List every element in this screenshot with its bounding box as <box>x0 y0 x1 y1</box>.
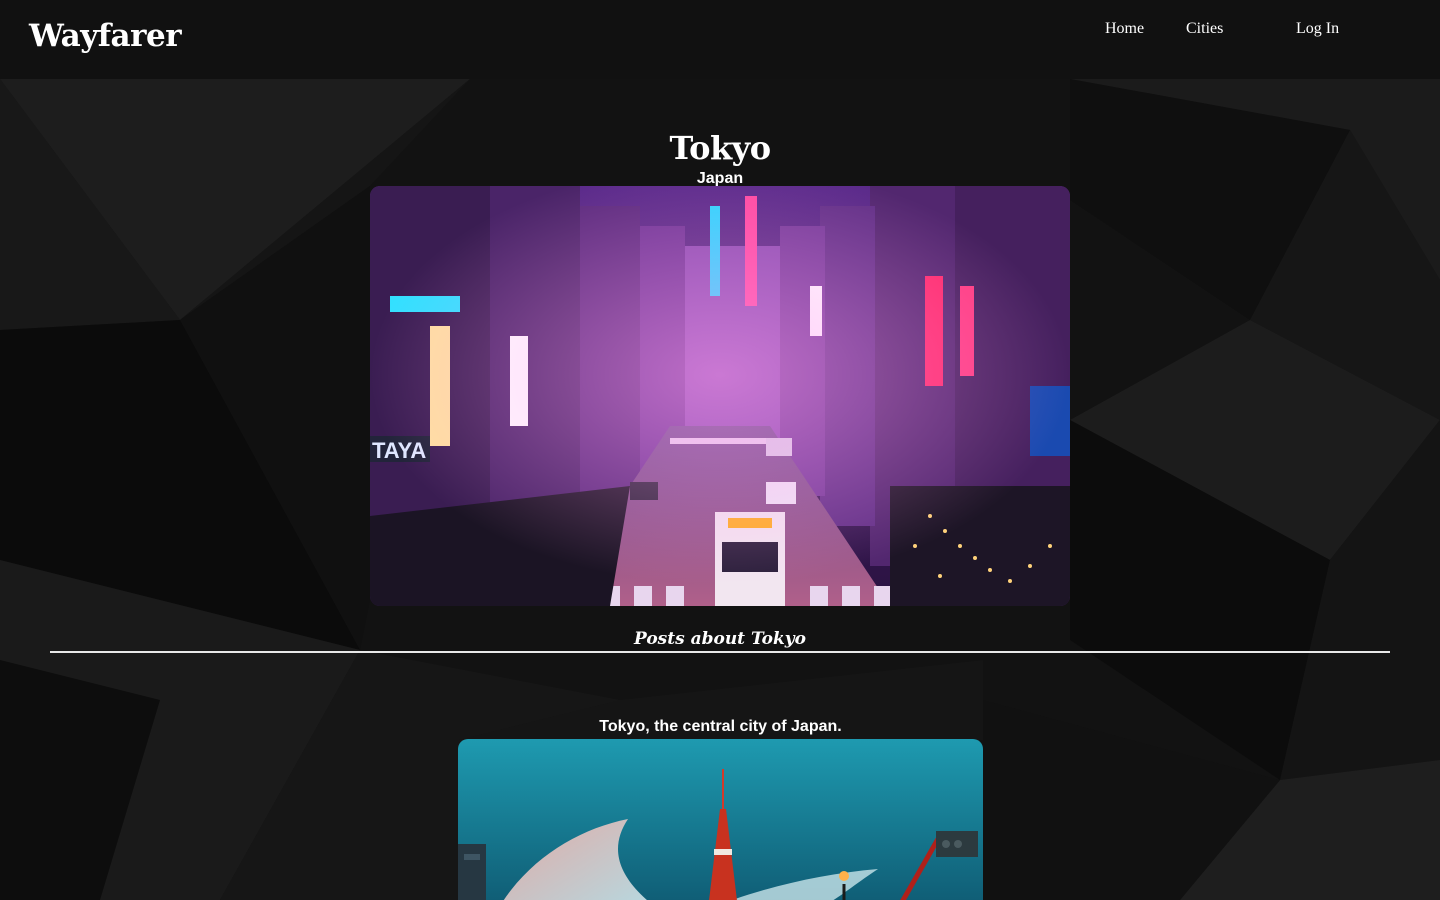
brand-logo[interactable]: Wayfarer <box>29 18 182 54</box>
city-header: Tokyo Japan <box>0 126 1440 188</box>
nav-link-login[interactable]: Log In <box>1296 20 1339 38</box>
post-card[interactable]: Tokyo, the central city of Japan. <box>458 718 983 900</box>
post-title[interactable]: Tokyo, the central city of Japan. <box>458 718 983 736</box>
nav-link-cities[interactable]: Cities <box>1186 20 1223 38</box>
city-name: Tokyo <box>669 129 771 167</box>
tokyo-tower-image <box>458 739 983 900</box>
posts-divider <box>50 651 1390 653</box>
city-photo: TAYA <box>370 186 1070 606</box>
navbar: Wayfarer Home Cities Log In <box>0 0 1440 79</box>
nav-link-home[interactable]: Home <box>1105 20 1144 38</box>
city-street-image: TAYA <box>370 186 1070 606</box>
post-photo[interactable] <box>458 739 983 900</box>
posts-heading: Posts about Tokyo <box>634 629 806 649</box>
